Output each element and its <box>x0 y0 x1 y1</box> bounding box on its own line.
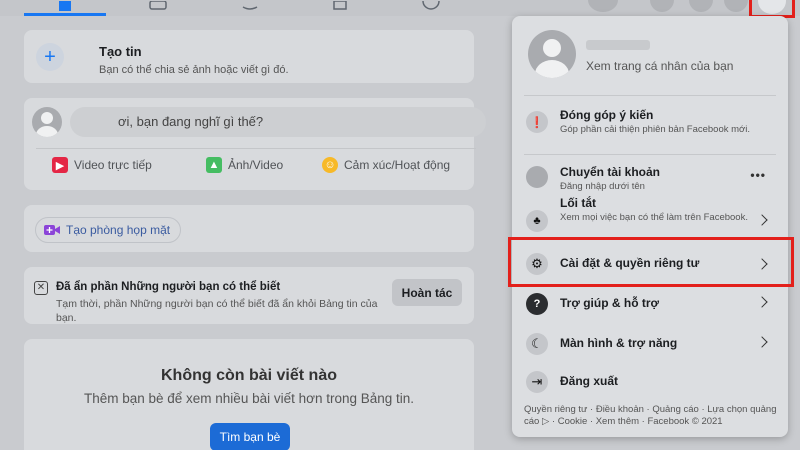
undo-button[interactable]: Hoàn tác <box>392 279 462 306</box>
logout-label: Đăng xuất <box>560 374 619 388</box>
settings-highlight-frame <box>508 237 794 287</box>
help-label: Trợ giúp & hỗ trợ <box>560 296 660 310</box>
menu-item-feedback[interactable]: ❗ Đóng góp ý kiến Góp phần cải thiện phi… <box>520 102 780 142</box>
hidden-notice-subtitle: Tạm thời, phần Những người bạn có thể bi… <box>56 298 378 324</box>
switch-account-label: Chuyển tài khoản <box>560 165 661 179</box>
feeling-icon: ☺ <box>322 157 338 173</box>
create-story-card[interactable]: + Tạo tin Bạn có thể chia sẻ ảnh hoặc vi… <box>24 30 474 83</box>
hidden-section-notice-card: ✕ Đã ẩn phần Những người bạn có thể biết… <box>24 267 474 324</box>
switch-account-desc: Đăng nhập dưới tên <box>560 181 645 192</box>
gaming-tab-icon[interactable] <box>416 0 446 12</box>
feedback-desc: Góp phần cải thiện phiên bản Facebook mớ… <box>560 124 751 135</box>
divider <box>524 95 776 96</box>
blurred-profile-name <box>586 40 650 50</box>
watch-tab-icon[interactable] <box>143 0 173 12</box>
help-icon: ? <box>526 293 548 315</box>
photo-video-button[interactable]: ▲ Ảnh/Video <box>206 157 283 173</box>
post-composer-card: ơi, bạn đang nghĩ gì thế? ▶ Video trực t… <box>24 98 486 190</box>
feedback-label: Đóng góp ý kiến <box>560 108 654 122</box>
photo-icon: ▲ <box>206 157 222 173</box>
feeling-activity-label: Cảm xúc/Hoạt động <box>344 158 451 172</box>
create-story-title: Tạo tin <box>99 44 142 59</box>
whats-on-your-mind-input[interactable]: ơi, bạn đang nghĩ gì thế? <box>70 107 486 137</box>
moon-icon: ☾ <box>526 333 548 355</box>
menu-item-switch-account[interactable]: Chuyển tài khoản Đăng nhập dưới tên ••• <box>520 158 780 198</box>
shortcuts-label: Lối tắt <box>560 196 596 210</box>
profile-avatar <box>528 30 576 78</box>
find-friends-button[interactable]: Tìm bạn bè <box>210 423 290 450</box>
photo-video-label: Ảnh/Video <box>228 158 284 172</box>
avatar[interactable] <box>32 107 62 137</box>
more-options-icon[interactable]: ••• <box>750 168 766 182</box>
divider <box>524 154 776 155</box>
no-more-posts-card: Không còn bài viết nào Thêm bạn bè để xe… <box>24 339 474 450</box>
profile-link[interactable]: Xem trang cá nhân của bạn <box>520 22 780 88</box>
shortcuts-desc: Xem mọi việc bạn có thể làm trên Faceboo… <box>560 212 748 223</box>
chevron-right-icon <box>756 214 768 226</box>
no-more-posts-subtitle: Thêm bạn bè để xem nhiều bài viết hơn tr… <box>83 391 415 406</box>
no-more-posts-title: Không còn bài viết nào <box>160 367 337 384</box>
account-dropdown-menu: Xem trang cá nhân của bạn ❗ Đóng góp ý k… <box>512 16 788 437</box>
display-label: Màn hình & trợ năng <box>560 336 678 350</box>
create-room-label: Tạo phòng họp mặt <box>66 223 171 237</box>
feedback-icon: ❗ <box>526 111 548 133</box>
logout-icon: ⇥ <box>526 371 548 393</box>
active-tab-indicator <box>24 13 106 16</box>
menu-grid-icon[interactable] <box>650 0 674 12</box>
top-navigation-bar <box>0 0 800 18</box>
shortcuts-icon: ♣ <box>526 210 548 232</box>
notifications-icon[interactable] <box>724 0 748 12</box>
menu-footer-links[interactable]: Quyền riêng tư · Điều khoản · Quảng cáo … <box>524 404 780 428</box>
feeling-activity-button[interactable]: ☺ Cảm xúc/Hoạt động <box>322 157 450 173</box>
menu-item-logout[interactable]: ⇥ Đăng xuất <box>520 369 780 401</box>
divider <box>36 148 476 149</box>
plus-icon: + <box>36 43 64 71</box>
create-room-button[interactable]: Tạo phòng họp mặt <box>35 217 182 243</box>
live-video-label: Video trực tiếp <box>74 158 152 172</box>
video-room-icon <box>44 225 60 235</box>
close-icon: ✕ <box>34 281 48 295</box>
hidden-notice-title: Đã ẩn phần Những người bạn có thể biết <box>56 281 281 293</box>
menu-item-help[interactable]: ? Trợ giúp & hỗ trợ <box>520 289 780 321</box>
see-profile-label: Xem trang cá nhân của bạn <box>586 59 734 73</box>
marketplace-tab-icon[interactable] <box>325 0 355 12</box>
messenger-icon[interactable] <box>689 0 713 12</box>
rooms-card: Tạo phòng họp mặt <box>24 205 474 252</box>
menu-item-display-accessibility[interactable]: ☾ Màn hình & trợ năng <box>520 329 780 361</box>
groups-tab-icon[interactable] <box>235 0 265 12</box>
home-tab-icon[interactable] <box>50 0 80 12</box>
create-story-subtitle: Bạn có thể chia sẻ ảnh hoặc viết gì đó. <box>99 64 289 76</box>
live-video-icon: ▶ <box>52 157 68 173</box>
chevron-right-icon <box>756 296 768 308</box>
profile-shortcut-avatar[interactable] <box>588 0 618 12</box>
chevron-right-icon <box>756 336 768 348</box>
live-video-button[interactable]: ▶ Video trực tiếp <box>52 157 152 173</box>
account-icon <box>526 166 548 188</box>
